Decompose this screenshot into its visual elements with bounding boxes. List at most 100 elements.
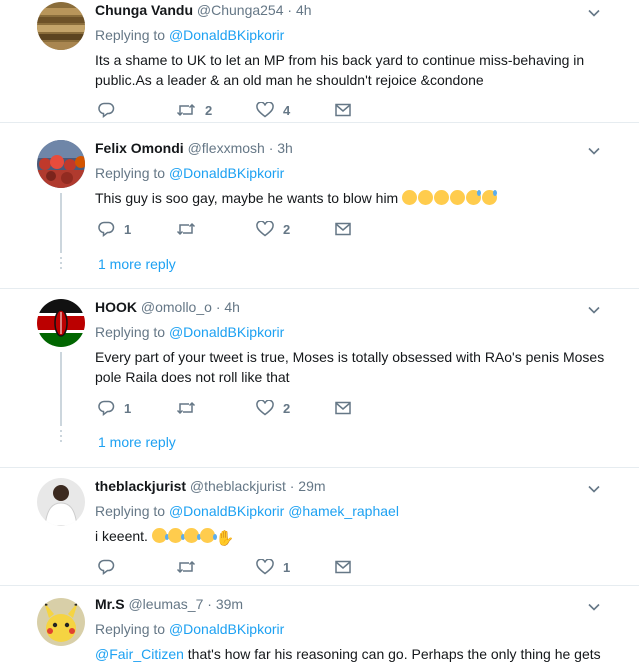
retweet-icon: [176, 400, 196, 416]
chevron-down-icon[interactable]: [586, 481, 602, 497]
display-name[interactable]: HOOK: [95, 299, 137, 315]
display-name[interactable]: Mr.S: [95, 596, 125, 612]
timestamp[interactable]: 4h: [224, 299, 240, 315]
like-button[interactable]: 1: [256, 557, 335, 577]
user-handle[interactable]: @theblackjurist: [190, 478, 286, 494]
timestamp[interactable]: 3h: [277, 140, 293, 156]
mention-link[interactable]: @DonaldBKipkorir: [169, 165, 284, 181]
reply-button[interactable]: [98, 100, 176, 120]
avatar[interactable]: [37, 478, 85, 526]
like-button[interactable]: 4: [256, 100, 335, 120]
replying-to: Replying to @DonaldBKipkorir: [95, 323, 619, 341]
separator: ·: [207, 596, 212, 612]
replying-to-label: Replying to: [95, 27, 166, 43]
heart-icon: [256, 221, 274, 237]
like-button[interactable]: 2: [256, 398, 335, 418]
retweet-button[interactable]: 2: [176, 100, 256, 120]
retweet-button[interactable]: [176, 219, 256, 239]
retweet-button[interactable]: [176, 557, 256, 577]
face-with-tears-of-joy-icon: [151, 528, 169, 543]
mention-link[interactable]: @DonaldBKipkorir: [169, 621, 284, 637]
tweet[interactable]: Felix Omondi @flexxmosh · 3h Replying to…: [0, 123, 639, 289]
retweet-icon: [176, 102, 196, 118]
reply-timeline: Chunga Vandu @Chunga254 · 4h Replying to…: [0, 0, 639, 667]
direct-message-button[interactable]: [335, 557, 351, 577]
direct-message-button[interactable]: [335, 398, 351, 418]
tweet-text: Its a shame to UK to let an MP from his …: [95, 52, 585, 88]
heart-icon: [256, 559, 274, 575]
timestamp[interactable]: 4h: [296, 2, 312, 18]
display-name[interactable]: Felix Omondi: [95, 140, 184, 156]
replying-to: Replying to @DonaldBKipkorir: [95, 26, 619, 44]
envelope-icon: [335, 401, 351, 415]
user-handle[interactable]: @flexxmosh: [188, 140, 265, 156]
more-replies-link[interactable]: 1 more reply: [98, 254, 176, 274]
tweet-text-body: that's how far his reasoning can go. Per…: [187, 646, 601, 662]
chevron-down-icon[interactable]: [586, 302, 602, 318]
replying-to-label: Replying to: [95, 165, 166, 181]
tweet-text: Every part of your tweet is true, Moses …: [95, 349, 605, 385]
reply-button[interactable]: 1: [98, 219, 176, 239]
avatar[interactable]: [37, 2, 85, 50]
heart-icon: [256, 400, 274, 416]
tweet[interactable]: Chunga Vandu @Chunga254 · 4h Replying to…: [0, 0, 639, 123]
user-handle[interactable]: @leumas_7: [128, 596, 203, 612]
display-name[interactable]: theblackjurist: [95, 478, 186, 494]
reply-button[interactable]: [98, 557, 176, 577]
replying-to-label: Replying to: [95, 503, 166, 519]
display-name[interactable]: Chunga Vandu: [95, 2, 193, 18]
thread-line: [60, 352, 62, 426]
envelope-icon: [335, 103, 351, 117]
reply-count: 1: [124, 221, 132, 237]
retweet-icon: [176, 559, 196, 575]
like-count: 4: [283, 102, 291, 118]
mention-link[interactable]: @DonaldBKipkorir: [169, 27, 284, 43]
more-replies-link[interactable]: 1 more reply: [98, 432, 176, 452]
retweet-count: 2: [205, 102, 213, 118]
replying-to-label: Replying to: [95, 324, 166, 340]
thread-dots: [60, 257, 62, 272]
avatar[interactable]: [37, 140, 85, 188]
chevron-down-icon[interactable]: [586, 143, 602, 159]
chevron-down-icon[interactable]: [586, 5, 602, 21]
tweet-header: Mr.S @leumas_7 · 39m: [95, 594, 619, 614]
reply-count: 1: [124, 400, 132, 416]
user-handle[interactable]: @Chunga254: [197, 2, 284, 18]
face-with-tears-of-joy-icon: [199, 528, 217, 543]
chevron-down-icon[interactable]: [586, 599, 602, 615]
direct-message-button[interactable]: [335, 100, 351, 120]
retweet-button[interactable]: [176, 398, 256, 418]
tweet[interactable]: theblackjurist @theblackjurist · 29m Rep…: [0, 468, 639, 586]
reply-button[interactable]: 1: [98, 398, 176, 418]
tweet-header: theblackjurist @theblackjurist · 29m: [95, 476, 619, 496]
tweet-actions: 1 2: [98, 219, 351, 239]
reply-icon: [98, 400, 115, 416]
raising-hands-icon: ✋: [215, 530, 235, 547]
mention-link[interactable]: @DonaldBKipkorir: [169, 324, 284, 340]
timestamp[interactable]: 29m: [298, 478, 325, 494]
envelope-icon: [335, 222, 351, 236]
replying-to: Replying to @DonaldBKipkorir: [95, 620, 619, 638]
user-handle[interactable]: @omollo_o: [141, 299, 212, 315]
avatar[interactable]: [37, 598, 85, 646]
replying-to: Replying to @DonaldBKipkorir: [95, 164, 619, 182]
timestamp[interactable]: 39m: [216, 596, 243, 612]
grinning-face-with-sweat-icon: [466, 190, 482, 205]
reply-icon: [98, 102, 115, 118]
separator: ·: [289, 478, 295, 494]
retweet-icon: [176, 221, 196, 237]
mention-link[interactable]: @Fair_Citizen: [95, 646, 184, 662]
tweet[interactable]: Mr.S @leumas_7 · 39m Replying to @Donald…: [0, 586, 639, 667]
tweet-actions: 2 4: [98, 100, 351, 120]
replying-to: Replying to @DonaldBKipkorir @hamek_raph…: [95, 502, 619, 520]
avatar[interactable]: [37, 299, 85, 347]
tweet-text: This guy is soo gay, maybe he wants to b…: [95, 188, 619, 208]
mention-link[interactable]: @DonaldBKipkorir: [169, 503, 284, 519]
grinning-squinting-face-icon: [418, 190, 434, 205]
direct-message-button[interactable]: [335, 219, 351, 239]
tweet[interactable]: HOOK @omollo_o · 4h Replying to @DonaldB…: [0, 289, 639, 468]
like-button[interactable]: 2: [256, 219, 335, 239]
tweet-text: @Fair_Citizen that's how far his reasoni…: [95, 644, 619, 664]
mention-link[interactable]: @hamek_raphael: [288, 503, 399, 519]
thread-line: [60, 193, 62, 253]
